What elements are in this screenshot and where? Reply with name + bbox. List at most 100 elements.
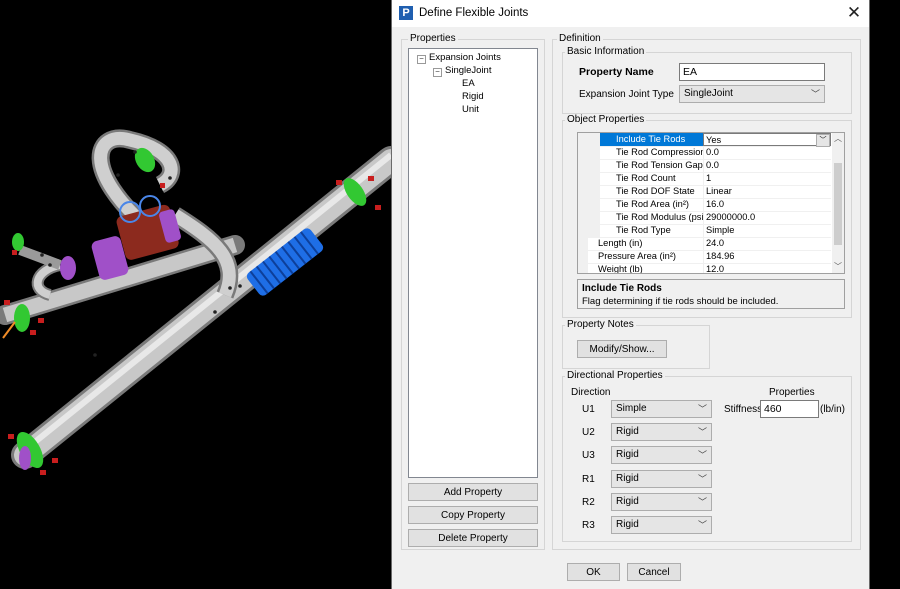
direction-header: Direction <box>571 387 611 398</box>
grid-property-value[interactable]: 16.0 <box>703 198 831 211</box>
direction-select-r2[interactable]: Rigid ﹀ <box>611 493 712 511</box>
ok-button[interactable]: OK <box>567 563 620 581</box>
grid-property-name: Weight (lb) <box>598 264 643 274</box>
modify-show-button[interactable]: Modify/Show... <box>577 340 667 358</box>
collapse-toggle-icon[interactable]: − <box>433 68 442 77</box>
grid-property-value[interactable]: 1 <box>703 172 831 185</box>
direction-label-r1: R1 <box>582 474 595 485</box>
grid-row[interactable]: Length (in) 24.0 <box>578 237 831 251</box>
chevron-down-icon: ﹀ <box>697 450 707 460</box>
copy-property-button[interactable]: Copy Property <box>408 506 538 524</box>
grid-property-value[interactable]: Yes ﹀ <box>703 133 831 147</box>
expansion-joint-type-label: Expansion Joint Type <box>579 89 674 100</box>
direction-value-r3: Rigid <box>616 519 639 530</box>
properties-header: Properties <box>769 387 815 398</box>
direction-select-u2[interactable]: Rigid ﹀ <box>611 423 712 441</box>
tree-item-unit[interactable]: Unit <box>462 104 479 115</box>
grid-row[interactable]: Tie Rod Count 1 <box>578 172 831 186</box>
model-viewport[interactable] <box>0 0 391 589</box>
tree-item-expansion-joints[interactable]: Expansion Joints <box>429 52 501 63</box>
grid-property-value[interactable]: 29000000.0 <box>703 211 831 224</box>
pipe-model-drawing <box>0 129 391 475</box>
grid-gutter <box>578 224 600 237</box>
expansion-joint-type-select[interactable]: SingleJoint ﹀ <box>679 85 825 103</box>
description-text: Flag determining if tie rods should be i… <box>582 296 779 307</box>
grid-row[interactable]: Tie Rod Area (in²) 16.0 <box>578 198 831 212</box>
property-description-box: Include Tie Rods Flag determining if tie… <box>577 279 845 309</box>
grid-row[interactable]: Tie Rod Modulus (psi) 29000000.0 <box>578 211 831 225</box>
chevron-down-icon: ﹀ <box>697 497 707 507</box>
close-icon[interactable]: ✕ <box>839 0 869 27</box>
grid-property-value[interactable]: 0.0 <box>703 159 831 172</box>
property-tree[interactable]: − Expansion Joints − SingleJoint EA Rigi… <box>408 48 538 478</box>
stiffness-unit: (lb/in) <box>820 404 846 415</box>
delete-property-button[interactable]: Delete Property <box>408 529 538 547</box>
property-name-input[interactable] <box>679 63 825 81</box>
grid-property-value[interactable]: Linear <box>703 185 831 198</box>
grid-property-name: Pressure Area (in²) <box>598 251 677 261</box>
grid-property-name: Tie Rod DOF State <box>616 186 695 196</box>
grid-row[interactable]: Tie Rod Tension Gap (ir 0.0 <box>578 159 831 173</box>
direction-value-u1: Simple <box>616 403 647 414</box>
grid-property-value[interactable]: 12.0 <box>703 263 831 273</box>
property-notes-label: Property Notes <box>565 319 636 331</box>
grid-gutter <box>578 198 600 211</box>
grid-gutter <box>578 133 600 146</box>
grid-property-name: Tie Rod Modulus (psi) <box>616 212 703 222</box>
grid-property-value[interactable]: 24.0 <box>703 237 831 250</box>
cancel-button[interactable]: Cancel <box>627 563 681 581</box>
grid-gutter <box>578 263 588 273</box>
grid-row-include-tie-rods[interactable]: Include Tie Rods Yes ﹀ <box>578 133 831 147</box>
direction-value-r1: Rigid <box>616 473 639 484</box>
stiffness-input[interactable] <box>760 400 819 418</box>
direction-select-u1[interactable]: Simple ﹀ <box>611 400 712 418</box>
add-property-button[interactable]: Add Property <box>408 483 538 501</box>
grid-property-name: Length (in) <box>598 238 643 248</box>
direction-select-r3[interactable]: Rigid ﹀ <box>611 516 712 534</box>
direction-value-r2: Rigid <box>616 496 639 507</box>
properties-group-label: Properties <box>408 33 458 45</box>
chevron-down-icon: ﹀ <box>697 404 707 414</box>
grid-property-name: Tie Rod Count <box>616 173 676 183</box>
chevron-down-icon: ﹀ <box>697 427 707 437</box>
grid-property-name: Tie Rod Compression Ga <box>616 147 703 157</box>
grid-scrollbar[interactable]: ︿ ﹀ <box>832 133 844 273</box>
grid-gutter <box>578 250 588 263</box>
grid-property-name: Tie Rod Tension Gap (ir <box>616 160 703 170</box>
scroll-up-icon[interactable]: ︿ <box>832 133 844 145</box>
grid-property-name: Tie Rod Type <box>616 225 671 235</box>
define-flexible-joints-dialog: P Define Flexible Joints ✕ Properties − … <box>391 0 870 589</box>
direction-label-u3: U3 <box>582 450 595 461</box>
tree-item-rigid[interactable]: Rigid <box>462 91 484 102</box>
window-title: Define Flexible Joints <box>419 7 529 19</box>
grid-row[interactable]: Tie Rod Type Simple <box>578 224 831 238</box>
grid-property-value[interactable]: 184.96 <box>703 250 831 263</box>
grid-property-value[interactable]: 0.0 <box>703 146 831 159</box>
grid-gutter <box>578 211 600 224</box>
tree-item-singlejoint[interactable]: SingleJoint <box>445 65 491 76</box>
direction-label-u2: U2 <box>582 427 595 438</box>
background-strip <box>870 0 900 589</box>
property-grid[interactable]: Include Tie Rods Yes ﹀ Tie Rod Compressi… <box>577 132 845 274</box>
grid-row[interactable]: Weight (lb) 12.0 <box>578 263 831 274</box>
grid-row[interactable]: Tie Rod DOF State Linear <box>578 185 831 199</box>
basic-information-label: Basic Information <box>565 46 647 58</box>
grid-property-name: Include Tie Rods <box>600 133 703 146</box>
direction-select-u3[interactable]: Rigid ﹀ <box>611 446 712 464</box>
title-bar[interactable]: P Define Flexible Joints ✕ <box>392 0 869 27</box>
grid-row[interactable]: Pressure Area (in²) 184.96 <box>578 250 831 264</box>
direction-label-r2: R2 <box>582 497 595 508</box>
grid-property-value[interactable]: Simple <box>703 224 831 237</box>
grid-gutter <box>578 185 600 198</box>
scroll-thumb[interactable] <box>834 163 842 245</box>
collapse-toggle-icon[interactable]: − <box>417 55 426 64</box>
property-name-label: Property Name <box>579 66 654 78</box>
direction-value-u2: Rigid <box>616 426 639 437</box>
basic-information-group <box>562 52 852 114</box>
scroll-down-icon[interactable]: ﹀ <box>832 261 844 273</box>
tree-item-ea[interactable]: EA <box>462 78 475 89</box>
grid-row[interactable]: Tie Rod Compression Ga 0.0 <box>578 146 831 160</box>
directional-properties-label: Directional Properties <box>565 370 665 382</box>
grid-gutter <box>578 237 588 250</box>
direction-select-r1[interactable]: Rigid ﹀ <box>611 470 712 488</box>
